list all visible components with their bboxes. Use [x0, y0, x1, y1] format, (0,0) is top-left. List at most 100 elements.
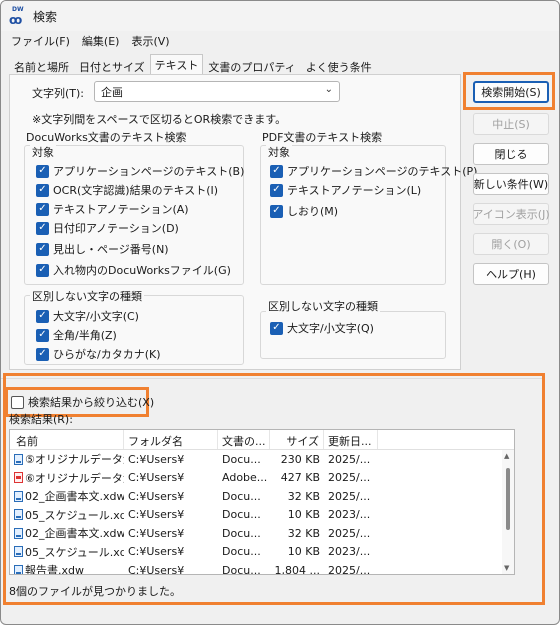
- help-button[interactable]: ヘルプ(H): [473, 263, 549, 285]
- file-size: 427 KB: [280, 471, 320, 485]
- column-header-name[interactable]: 名前: [10, 430, 124, 449]
- checkbox-icon[interactable]: [36, 242, 49, 256]
- checkbox-label: アプリケーションページのテキスト(P): [287, 165, 478, 178]
- file-date: 2025/...: [328, 452, 371, 466]
- file-date: 2023/...: [328, 508, 371, 522]
- file-folder: C:¥Users¥: [128, 526, 185, 540]
- checkbox-icon[interactable]: [270, 204, 283, 218]
- checkbox-icon[interactable]: [36, 328, 49, 342]
- checkbox-icon[interactable]: [11, 395, 24, 409]
- tab-text[interactable]: テキスト: [149, 54, 204, 74]
- tab-strip: 名前と場所 日付とサイズ テキスト 文書のプロパティ よく使う条件: [9, 54, 377, 74]
- results-list[interactable]: 名前 フォルダ名 文書の... サイズ 更新日... ⑤オリジナルデータ添...…: [9, 429, 515, 575]
- vertical-scrollbar[interactable]: ▲ ▼: [502, 450, 514, 574]
- checkbox-icon[interactable]: [36, 347, 49, 361]
- scroll-up-icon[interactable]: ▲: [504, 452, 509, 460]
- checkbox-label: テキストアノテーション(L): [287, 184, 422, 197]
- checkbox-icon[interactable]: [36, 263, 49, 277]
- table-row[interactable]: 05_スケジュール.xdw C:¥Users¥ Docu... 10 KB 20…: [10, 506, 514, 525]
- docuworks-logo-icon: DW ꝏ: [9, 6, 24, 27]
- file-type: Docu...: [222, 545, 261, 559]
- status-text: 8個のファイルが見つかりました。: [9, 585, 181, 598]
- docuworks-file-icon: [14, 453, 23, 465]
- checkbox-icon[interactable]: [36, 183, 49, 197]
- pdf-case-title: 区別しない文字の種類: [266, 298, 380, 314]
- dw-target-text-annotation-checkbox[interactable]: テキストアノテーション(A): [36, 201, 189, 217]
- pdf-group-title: PDF文書のテキスト検索: [262, 131, 383, 144]
- new-condition-button[interactable]: 新しい条件(W): [473, 173, 549, 195]
- pdf-target-bookmark-checkbox[interactable]: しおり(M): [270, 203, 338, 219]
- results-label: 検索結果(R):: [9, 413, 73, 426]
- table-row[interactable]: ⑤オリジナルデータ添... C:¥Users¥ Docu... 230 KB 2…: [10, 450, 514, 469]
- file-name: 05_スケジュール.xdw: [25, 545, 124, 559]
- stop-button[interactable]: 中止(S): [473, 113, 549, 135]
- dw-target-heading-checkbox[interactable]: 見出し・ページ番号(N): [36, 241, 169, 257]
- menu-bar: ファイル(F) 編集(E) 表示(V): [1, 31, 559, 51]
- table-row[interactable]: 05_スケジュール.xdw C:¥Users¥ Docu... 10 KB 20…: [10, 543, 514, 562]
- tab-name-location[interactable]: 名前と場所: [9, 56, 74, 74]
- dw-target-container-checkbox[interactable]: 入れ物内のDocuWorksファイル(G): [36, 262, 231, 278]
- icon-view-button[interactable]: アイコン表示(J): [472, 203, 550, 225]
- text-tab-panel: 文字列(T): 企画 ⌄ ※文字列間をスペースで区切るとOR検索できます。 Do…: [9, 74, 477, 370]
- file-name: 02_企画書本文.xdw: [25, 527, 124, 541]
- dw-case-kana-checkbox[interactable]: ひらがな/カタカナ(K): [36, 346, 161, 362]
- docuworks-group-title: DocuWorks文書のテキスト検索: [26, 131, 187, 144]
- column-header-date[interactable]: 更新日...: [324, 430, 378, 449]
- scrollbar-thumb[interactable]: [506, 468, 510, 530]
- column-header-size[interactable]: サイズ: [270, 430, 324, 449]
- checkbox-label: 大文字/小文字(C): [53, 310, 139, 323]
- checkbox-icon[interactable]: [36, 202, 49, 216]
- checkbox-icon[interactable]: [270, 164, 283, 178]
- file-type: Docu...: [222, 526, 261, 540]
- checkbox-label: しおり(M): [287, 205, 339, 218]
- checkbox-icon[interactable]: [270, 321, 283, 335]
- tab-date-size[interactable]: 日付とサイズ: [74, 56, 150, 74]
- column-header-folder[interactable]: フォルダ名: [124, 430, 218, 449]
- dw-case-upper-lower-checkbox[interactable]: 大文字/小文字(C): [36, 308, 139, 324]
- docuworks-file-icon: [14, 546, 23, 558]
- checkbox-icon[interactable]: [36, 221, 49, 235]
- column-header-type[interactable]: 文書の...: [218, 430, 270, 449]
- tab-favorite-conditions[interactable]: よく使う条件: [301, 56, 377, 74]
- checkbox-icon[interactable]: [270, 183, 283, 197]
- search-string-combobox[interactable]: 企画 ⌄: [94, 81, 340, 102]
- pdf-target-app-text-checkbox[interactable]: アプリケーションページのテキスト(P): [270, 163, 477, 179]
- pdf-case-upper-lower-checkbox[interactable]: 大文字/小文字(Q): [270, 320, 374, 336]
- chevron-down-icon[interactable]: ⌄: [325, 84, 333, 95]
- checkbox-label: テキストアノテーション(A): [53, 203, 189, 216]
- search-dialog: DW ꝏ 検索 ファイル(F) 編集(E) 表示(V) 名前と場所 日付とサイズ…: [0, 0, 560, 625]
- pdf-file-icon: [14, 472, 23, 484]
- string-label: 文字列(T):: [32, 87, 85, 100]
- table-row[interactable]: ⑥オリジナルデータ添... C:¥Users¥ Adobe... 427 KB …: [10, 469, 514, 488]
- scroll-down-icon[interactable]: ▼: [504, 564, 509, 572]
- highlight-search-button: [463, 72, 555, 110]
- menu-file[interactable]: ファイル(F): [5, 33, 76, 49]
- menu-edit[interactable]: 編集(E): [76, 33, 126, 49]
- tab-document-properties[interactable]: 文書のプロパティ: [203, 56, 300, 74]
- pdf-target-text-annotation-checkbox[interactable]: テキストアノテーション(L): [270, 182, 421, 198]
- table-row[interactable]: 報告書.xdw C:¥Users¥ Docu... 1,804 ... 2025…: [10, 561, 514, 574]
- file-date: 2025/...: [328, 489, 371, 503]
- checkbox-icon[interactable]: [36, 164, 49, 178]
- file-folder: C:¥Users¥: [128, 452, 185, 466]
- pdf-target-label: 対象: [266, 144, 292, 160]
- dw-case-width-checkbox[interactable]: 全角/半角(Z): [36, 327, 117, 343]
- open-button[interactable]: 開く(O): [473, 233, 549, 255]
- docuworks-file-icon: [14, 564, 23, 574]
- file-name: ⑤オリジナルデータ添...: [25, 453, 124, 467]
- checkbox-icon[interactable]: [36, 309, 49, 323]
- file-name: ⑥オリジナルデータ添...: [25, 471, 124, 485]
- narrow-results-checkbox[interactable]: 検索結果から絞り込む(X): [11, 394, 154, 410]
- docuworks-file-icon: [14, 509, 23, 521]
- checkbox-label: 入れ物内のDocuWorksファイル(G): [53, 264, 231, 277]
- dw-target-ocr-checkbox[interactable]: OCR(文字認識)結果のテキスト(I): [36, 182, 218, 198]
- table-row[interactable]: 02_企画書本文.xdw C:¥Users¥ Docu... 32 KB 202…: [10, 524, 514, 543]
- table-row[interactable]: 02_企画書本文.xdw C:¥Users¥ Docu... 32 KB 202…: [10, 487, 514, 506]
- file-type: Adobe...: [222, 471, 268, 485]
- dw-target-date-stamp-checkbox[interactable]: 日付印アノテーション(D): [36, 220, 179, 236]
- close-button[interactable]: 閉じる: [473, 143, 549, 165]
- menu-view[interactable]: 表示(V): [125, 33, 175, 49]
- dw-target-app-text-checkbox[interactable]: アプリケーションページのテキスト(B): [36, 163, 244, 179]
- checkbox-label: 見出し・ページ番号(N): [53, 243, 169, 256]
- file-size: 230 KB: [280, 452, 320, 466]
